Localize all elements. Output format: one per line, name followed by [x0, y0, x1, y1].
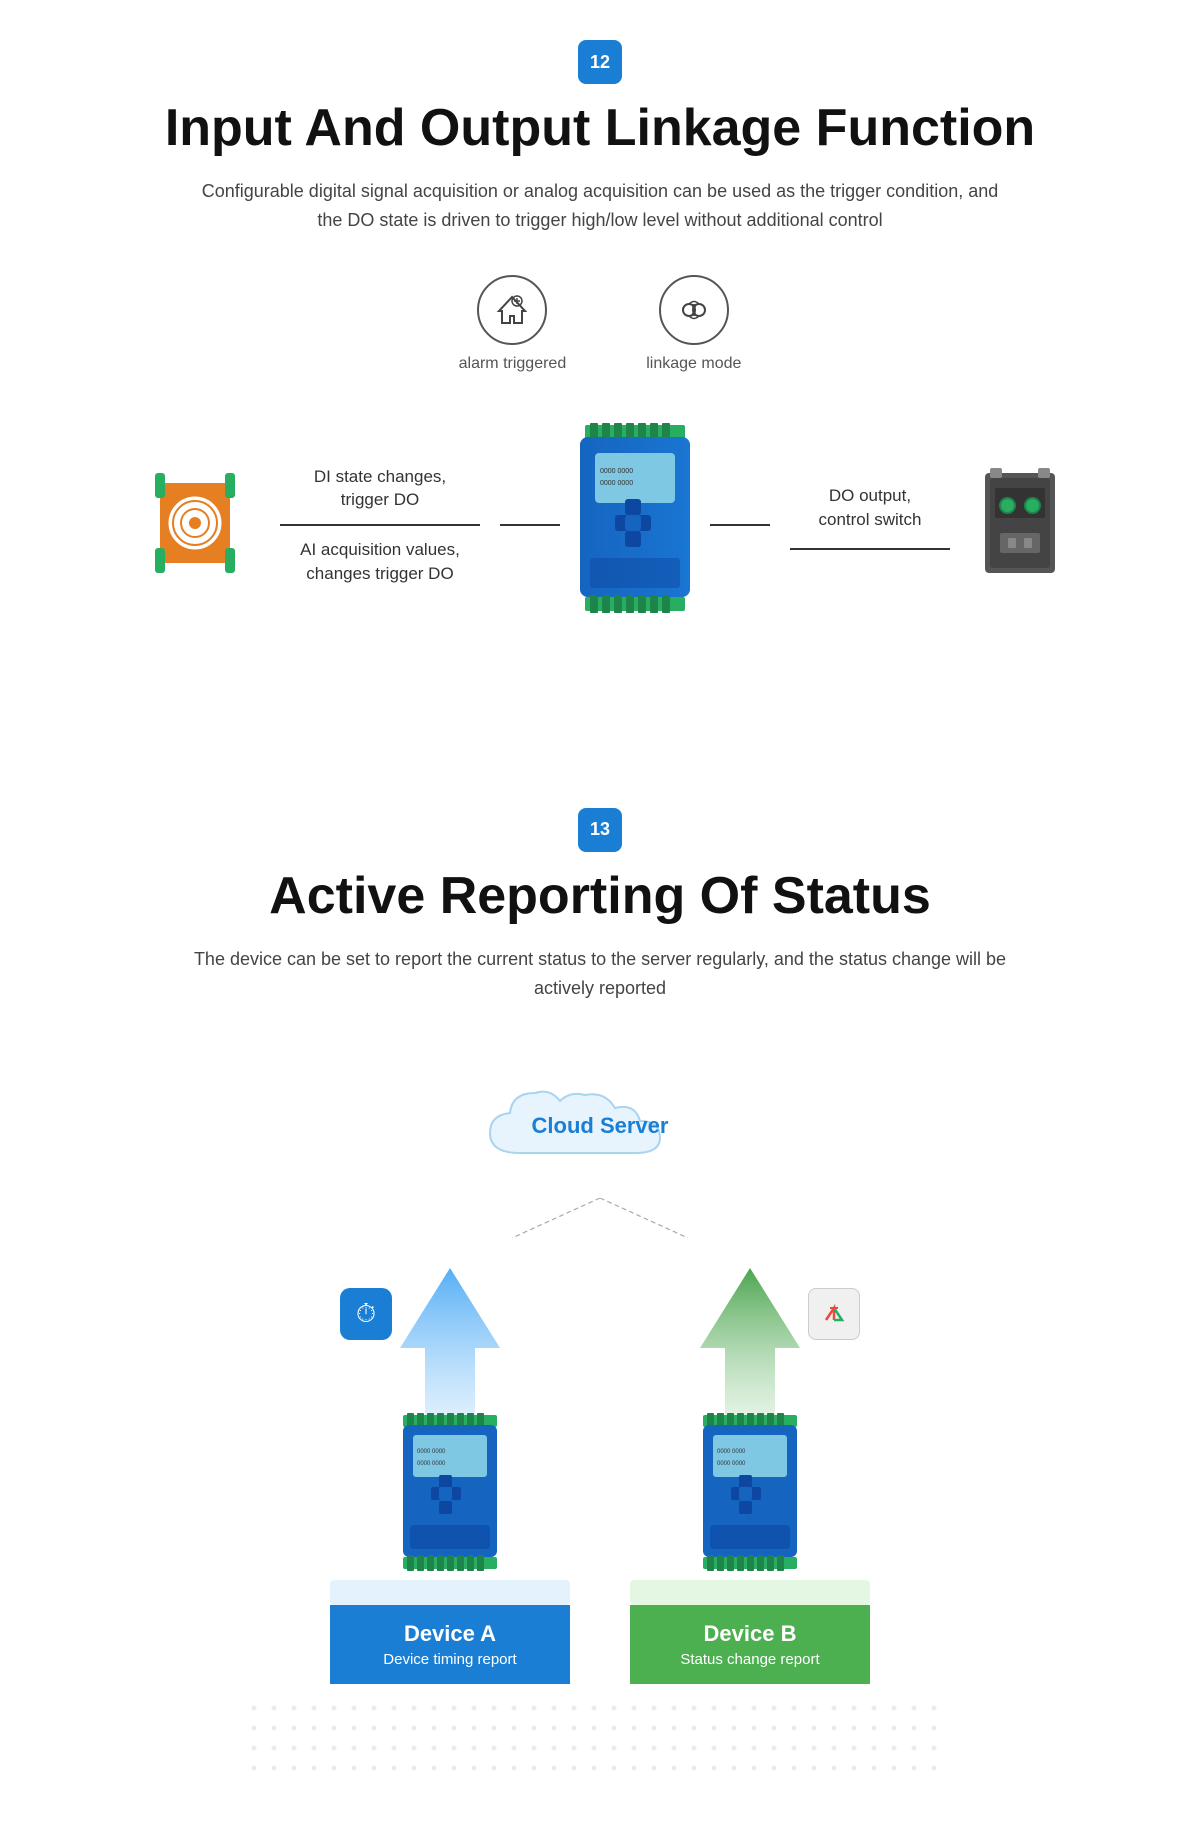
- section2-description: The device can be set to report the curr…: [190, 945, 1010, 1003]
- device-a-platform: [330, 1580, 570, 1605]
- section1-badge: 12: [60, 40, 1140, 84]
- alarm-icon: [477, 275, 547, 345]
- alarm-triggered-item: alarm triggered: [459, 275, 567, 373]
- section1-description: Configurable digital signal acquisition …: [190, 177, 1010, 235]
- connecting-lines: [250, 1198, 950, 1238]
- text-labels-group: DI state changes, trigger DO AI acquisit…: [280, 465, 480, 586]
- section2-title: Active Reporting Of Status: [60, 868, 1140, 925]
- device-b-device: 0000 0000 0000 0000: [695, 1413, 805, 1578]
- linkage-icon: [659, 275, 729, 345]
- alarm-label: alarm triggered: [459, 355, 567, 373]
- cloud-row: Cloud Server: [250, 1043, 950, 1178]
- dot-grid-bg: [250, 1704, 950, 1784]
- center-blue-device: 0000 0000 0000 0000: [570, 423, 700, 628]
- cloud-diagram: Cloud Server ⏱: [250, 1043, 950, 1784]
- section1: 12 Input And Output Linkage Function Con…: [0, 0, 1200, 708]
- di-text-top: DI state changes, trigger DO: [314, 465, 446, 513]
- di-text-bot: AI acquisition values, changes trigger D…: [300, 538, 460, 586]
- connector-right: [710, 524, 770, 526]
- device-a-col: ⏱: [330, 1268, 570, 1684]
- devices-row: ⏱: [250, 1268, 950, 1684]
- relay-device: [980, 463, 1060, 588]
- device-b-platform: [630, 1580, 870, 1605]
- linkage-label: linkage mode: [646, 355, 741, 373]
- svg-text:0000 0000: 0000 0000: [717, 1449, 746, 1455]
- icons-row: alarm triggered linkage mode: [60, 275, 1140, 373]
- device-b-box: Device B Status change report: [630, 1605, 870, 1684]
- cloud-server-label: Cloud Server: [532, 1113, 669, 1138]
- svg-text:0000 0000: 0000 0000: [600, 468, 633, 475]
- arrow-up-blue-svg: [395, 1268, 505, 1418]
- svg-text:0000 0000: 0000 0000: [717, 1461, 746, 1467]
- section2-badge: 13: [60, 808, 1140, 852]
- timing-icon: ⏱: [340, 1288, 392, 1340]
- sensor-device: [140, 463, 250, 588]
- section2: 13 Active Reporting Of Status The device…: [0, 748, 1200, 1844]
- do-text: DO output, control switch: [819, 484, 922, 532]
- do-text-group: DO output, control switch: [790, 484, 950, 566]
- svg-text:0000 0000: 0000 0000: [417, 1449, 446, 1455]
- arrow-up-green-svg: [695, 1268, 805, 1418]
- device-a-device: 0000 0000 0000 0000: [395, 1413, 505, 1578]
- svg-text:0000 0000: 0000 0000: [417, 1461, 446, 1467]
- change-icon: [808, 1288, 860, 1340]
- section1-title: Input And Output Linkage Function: [60, 100, 1140, 157]
- device-b-col: 0000 0000 0000 0000: [630, 1268, 870, 1684]
- connector-left: [500, 524, 560, 526]
- section1-diagram: DI state changes, trigger DO AI acquisit…: [60, 423, 1140, 628]
- linkage-mode-item: linkage mode: [646, 275, 741, 373]
- device-a-box: Device A Device timing report: [330, 1605, 570, 1684]
- svg-text:0000 0000: 0000 0000: [600, 480, 633, 487]
